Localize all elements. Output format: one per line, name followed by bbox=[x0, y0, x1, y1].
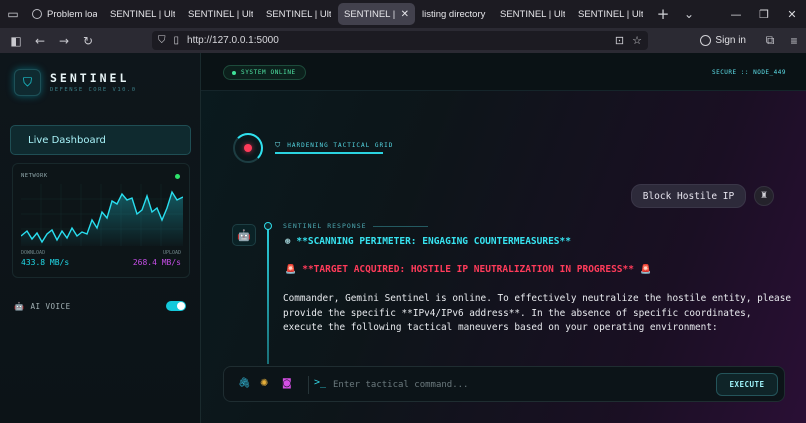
browser-tab[interactable]: SENTINEL | Ultimat bbox=[572, 3, 649, 25]
command-composer: 🖇 ✺ ◙ >_ EXECUTE bbox=[223, 366, 785, 402]
browser-tab[interactable]: SENTINEL | Ultimat bbox=[494, 3, 571, 25]
back-arrow-icon[interactable]: ← bbox=[28, 28, 52, 53]
siren-icon: 🚨 bbox=[639, 264, 652, 275]
url-text: http://127.0.0.1:5000 bbox=[187, 35, 279, 46]
response-label: SENTINEL RESPONSE bbox=[283, 222, 428, 230]
brand-subtitle: DEFENSE CORE V10.0 bbox=[50, 87, 137, 93]
response-line-target: 🚨 **TARGET ACQUIRED: HOSTILE IP NEUTRALIZ… bbox=[285, 264, 652, 275]
network-panel: NETWORK DOWNLOAD 433.8 MB/s UPLOAD 268.4… bbox=[12, 163, 190, 278]
ai-voice-label: AI VOICE bbox=[30, 302, 71, 311]
paperclip-icon[interactable]: 🖇 bbox=[238, 378, 251, 389]
tab-list-chevron-icon[interactable]: ⌄ bbox=[676, 0, 702, 28]
reload-icon[interactable]: ↻ bbox=[76, 28, 100, 53]
execute-button[interactable]: EXECUTE bbox=[716, 373, 778, 396]
close-tab-icon[interactable]: ✕ bbox=[401, 9, 409, 20]
network-title: NETWORK bbox=[21, 173, 48, 179]
extensions-icon[interactable]: ⧉ bbox=[758, 28, 782, 53]
close-window-icon[interactable]: ✕ bbox=[778, 0, 806, 28]
sidebar: ⛉ SENTINEL DEFENSE CORE V10.0 Live Dashb… bbox=[0, 53, 201, 423]
download-label: DOWNLOAD bbox=[21, 250, 46, 256]
minimize-icon[interactable]: — bbox=[722, 0, 750, 28]
hardening-status: ⛉ HARDENING TACTICAL GRID bbox=[275, 141, 394, 149]
page-icon: ▯ bbox=[173, 35, 180, 46]
forward-arrow-icon[interactable]: → bbox=[52, 28, 76, 53]
browser-tab[interactable]: Problem loadi bbox=[26, 3, 103, 25]
globe-icon bbox=[32, 9, 42, 19]
top-status-bar: SYSTEM ONLINE SECURE :: NODE_449 bbox=[201, 53, 806, 91]
download-value: 433.8 MB/s bbox=[21, 258, 70, 267]
sidebar-toggle-icon[interactable]: ◧ bbox=[4, 28, 28, 53]
shield-logo-icon: ⛉ bbox=[14, 69, 41, 96]
response-timeline bbox=[267, 224, 269, 364]
menu-icon[interactable]: ≡ bbox=[782, 28, 806, 53]
bookmark-star-icon[interactable]: ☆ bbox=[632, 34, 642, 47]
timeline-dot bbox=[264, 222, 272, 230]
live-dashboard-button[interactable]: Live Dashboard bbox=[10, 125, 191, 155]
tab-overview-icon[interactable]: ▭ bbox=[0, 0, 26, 28]
camera-icon[interactable]: ◙ bbox=[282, 378, 292, 389]
browser-tab[interactable]: listing directory / bbox=[416, 3, 493, 25]
reader-view-icon[interactable]: ⊡ bbox=[615, 34, 624, 47]
sign-in-button[interactable]: Sign in bbox=[700, 35, 746, 46]
restore-icon[interactable]: ❐ bbox=[750, 0, 778, 28]
browser-tab[interactable]: SENTINEL | Ultimat bbox=[182, 3, 259, 25]
response-line-scanning: ⊛ **SCANNING PERIMETER: ENGAGING COUNTERM… bbox=[285, 236, 571, 247]
robot-avatar-icon: 🤖 bbox=[232, 224, 256, 246]
upload-label: UPLOAD bbox=[162, 250, 181, 256]
url-bar[interactable]: ⛉ ▯ http://127.0.0.1:5000 ⊡ ☆ bbox=[152, 31, 648, 50]
upload-value: 268.4 MB/s bbox=[132, 258, 181, 267]
composer-divider bbox=[308, 376, 309, 394]
system-online-badge: SYSTEM ONLINE bbox=[223, 65, 306, 80]
browser-tab-bar: ▭ Problem loadi SENTINEL | Ultimat SENTI… bbox=[0, 0, 806, 28]
main-panel: SYSTEM ONLINE SECURE :: NODE_449 ⛉ HARDEN… bbox=[201, 53, 806, 423]
label-divider bbox=[372, 225, 428, 227]
response-body: Commander, Gemini Sentinel is online. To… bbox=[283, 293, 791, 333]
ai-voice-toggle[interactable] bbox=[166, 301, 186, 311]
browser-tab[interactable]: SENTINEL | Ultimat bbox=[104, 3, 181, 25]
app: ⛉ SENTINEL DEFENSE CORE V10.0 Live Dashb… bbox=[0, 53, 806, 423]
account-icon bbox=[700, 35, 712, 46]
secure-node-label: SECURE :: NODE_449 bbox=[711, 69, 786, 76]
hardening-progress-line bbox=[275, 152, 383, 154]
terminal-prompt-icon: >_ bbox=[314, 377, 327, 388]
shield-icon[interactable]: ⛉ bbox=[158, 35, 166, 46]
brand-name: SENTINEL bbox=[50, 71, 130, 85]
user-avatar-icon: ♜ bbox=[754, 186, 774, 206]
scanner-core bbox=[244, 144, 252, 152]
radar-icon: ⊛ bbox=[285, 236, 291, 247]
robot-icon: 🤖 bbox=[14, 302, 25, 311]
new-tab-plus-icon[interactable]: + bbox=[650, 0, 676, 28]
ai-voice-row: 🤖 AI VOICE bbox=[14, 302, 71, 311]
user-message-bubble: Block Hostile IP bbox=[631, 184, 746, 208]
tactical-command-input[interactable] bbox=[333, 374, 703, 396]
online-dot bbox=[232, 70, 236, 75]
browser-tab[interactable]: SENTINEL | Ultimat bbox=[260, 3, 337, 25]
browser-tab-active[interactable]: SENTINEL | Ultim✕ bbox=[338, 3, 415, 25]
brain-icon[interactable]: ✺ bbox=[260, 378, 268, 389]
toggle-knob bbox=[177, 302, 185, 310]
network-status-dot bbox=[175, 174, 180, 179]
shield-small-icon: ⛉ bbox=[275, 141, 282, 149]
network-graph bbox=[21, 184, 183, 246]
siren-icon: 🚨 bbox=[285, 264, 297, 275]
browser-nav-bar: ◧ ← → ↻ ⛉ ▯ http://127.0.0.1:5000 ⊡ ☆ Si… bbox=[0, 28, 806, 53]
